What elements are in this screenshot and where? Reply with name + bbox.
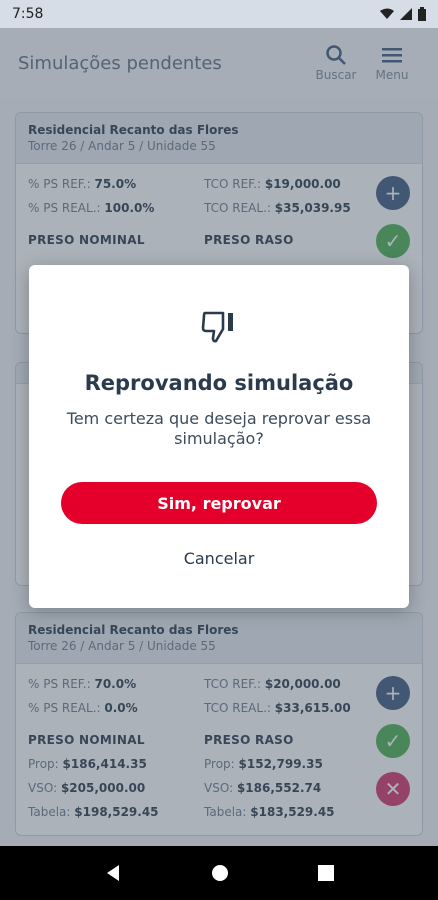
dialog-title: Reprovando simulação: [84, 371, 354, 395]
dialog-message: Tem certeza que deseja reprovar essa sim…: [66, 409, 372, 448]
wifi-icon: [380, 8, 394, 19]
reject-dialog: Reprovando simulação Tem certeza que des…: [29, 265, 409, 608]
system-nav-bar: [0, 846, 438, 900]
home-icon[interactable]: [211, 864, 229, 882]
battery-icon: [418, 7, 426, 21]
back-icon[interactable]: [104, 864, 122, 882]
thumbs-down-icon: [201, 311, 233, 343]
status-bar: 7:58: [0, 0, 438, 28]
signal-icon: [400, 8, 412, 20]
recents-icon[interactable]: [317, 865, 334, 881]
status-icons: [380, 7, 426, 21]
confirm-reject-button[interactable]: Sim, reprovar: [61, 482, 377, 524]
cancel-button[interactable]: Cancelar: [29, 549, 409, 568]
status-time: 7:58: [12, 6, 44, 22]
